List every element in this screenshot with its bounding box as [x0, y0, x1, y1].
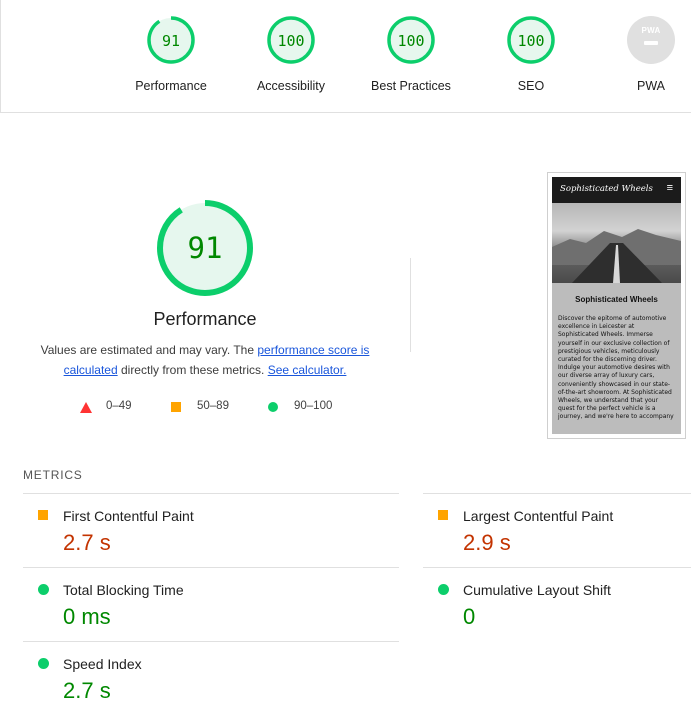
metric-name: Speed Index: [63, 656, 142, 672]
gauge-best-practices[interactable]: 100 Best Practices: [356, 16, 466, 93]
performance-title: Performance: [153, 309, 257, 329]
screenshot-hero-image: [552, 203, 681, 283]
metric-name: First Contentful Paint: [63, 508, 194, 524]
circle-icon: [438, 584, 449, 595]
gauge-score: 100: [397, 32, 425, 50]
hamburger-icon: ≡: [666, 182, 673, 194]
performance-score: 91: [187, 231, 223, 265]
gauge-label: Performance: [135, 79, 207, 93]
metric-first-contentful-paint[interactable]: First Contentful Paint 2.7 s: [23, 493, 399, 568]
metric-speed-index[interactable]: Speed Index 2.7 s: [23, 641, 399, 716]
metric-name: Cumulative Layout Shift: [463, 582, 611, 598]
triangle-icon: [80, 402, 92, 413]
score-summary-bar: 91 Performance 100 Accessibility 100 Bes…: [0, 0, 691, 113]
metric-largest-contentful-paint[interactable]: Largest Contentful Paint 2.9 s: [423, 493, 691, 568]
gauge-seo[interactable]: 100 SEO: [476, 16, 586, 93]
metrics-heading: METRICS: [23, 468, 83, 482]
square-icon: [171, 402, 181, 412]
screenshot-content: Sophisticated Wheels Discover the epitom…: [552, 283, 681, 434]
divider: [410, 258, 411, 352]
square-icon: [38, 510, 48, 520]
gauge-label: Best Practices: [371, 79, 451, 93]
gauge-label: SEO: [517, 79, 545, 93]
see-calculator-link[interactable]: See calculator.: [268, 363, 347, 377]
gauge-pwa[interactable]: PWA PWA: [596, 16, 691, 93]
gauge-score: 100: [277, 32, 305, 50]
performance-description: Values are estimated and may vary. The p…: [40, 343, 370, 377]
pwa-badge-icon: PWA: [627, 16, 675, 64]
circle-icon: [38, 584, 49, 595]
gauge-label: Accessibility: [256, 79, 326, 93]
metric-value: 2.9 s: [463, 530, 511, 555]
circle-icon: [38, 658, 49, 669]
screenshot-header: Sophisticated Wheels ≡: [552, 177, 681, 203]
gauge-label: PWA: [636, 79, 665, 93]
metric-total-blocking-time[interactable]: Total Blocking Time 0 ms: [23, 567, 399, 642]
metric-name: Total Blocking Time: [63, 582, 184, 598]
square-icon: [438, 510, 448, 520]
performance-gauge: 91: [155, 198, 255, 298]
metric-name: Largest Contentful Paint: [463, 508, 614, 524]
circle-icon: [268, 402, 278, 412]
metric-value: 0: [463, 604, 476, 629]
metric-value: 2.7 s: [63, 678, 111, 703]
metric-value: 0 ms: [63, 604, 111, 629]
gauge-score: 100: [517, 32, 545, 50]
screenshot-brand: Sophisticated Wheels: [560, 184, 653, 194]
gauge-score: 91: [161, 32, 181, 50]
metric-value: 2.7 s: [63, 530, 111, 555]
final-screenshot[interactable]: Sophisticated Wheels ≡ Sophisticated Whe…: [547, 172, 686, 439]
gauge-accessibility[interactable]: 100 Accessibility: [236, 16, 346, 93]
metric-cumulative-layout-shift[interactable]: Cumulative Layout Shift 0: [423, 567, 691, 642]
gauge-performance[interactable]: 91 Performance: [116, 16, 226, 93]
